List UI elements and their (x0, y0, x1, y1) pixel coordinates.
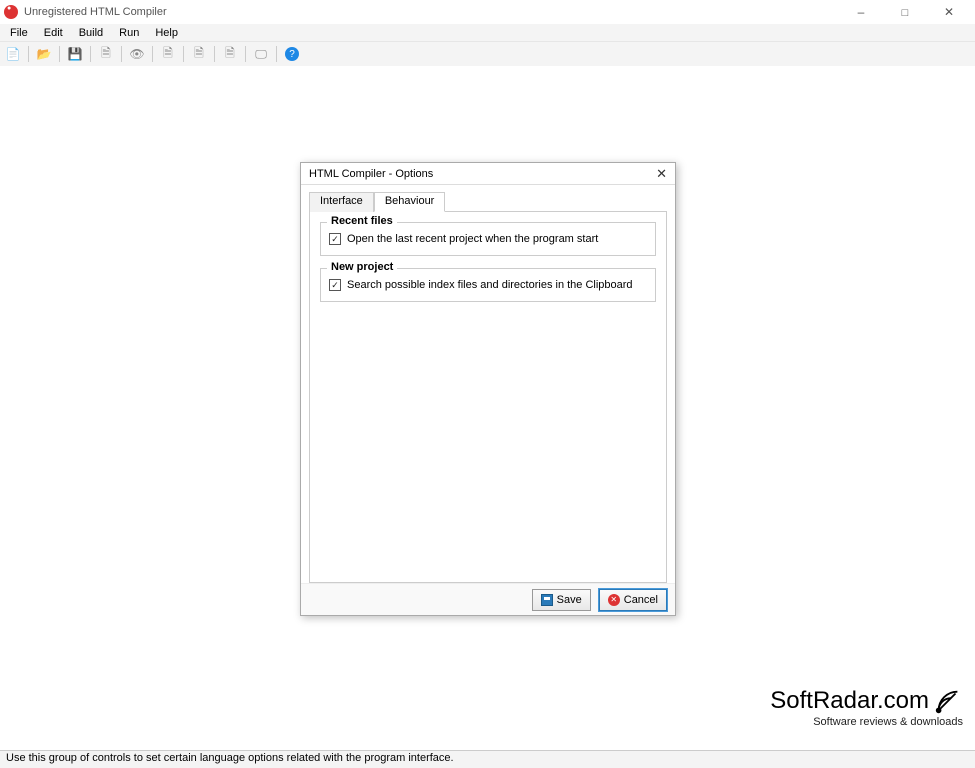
menubar: File Edit Build Run Help (0, 24, 975, 42)
tab-panel: Recent files ✓ Open the last recent proj… (309, 211, 667, 583)
preview-icon[interactable]: 👁 (128, 45, 146, 63)
group-recent-files: Recent files ✓ Open the last recent proj… (320, 222, 656, 256)
tool-icon[interactable]: 🗎 (221, 45, 239, 63)
tool-icon[interactable]: 🗎 (190, 45, 208, 63)
tab-interface[interactable]: Interface (309, 192, 374, 212)
titlebar: Unregistered HTML Compiler (0, 0, 975, 24)
toolbar: 📄 📂 💾 🗎 👁 🗎 🗎 🗎 🖵 ? (0, 42, 975, 66)
dialog-titlebar[interactable]: HTML Compiler - Options ✕ (301, 163, 675, 185)
dialog-footer: Save ✕ Cancel (301, 583, 675, 615)
minimize-button[interactable] (839, 0, 883, 24)
cancel-icon: ✕ (608, 594, 620, 606)
save-icon[interactable]: 💾 (66, 45, 84, 63)
menu-edit[interactable]: Edit (36, 25, 71, 41)
close-button[interactable] (927, 0, 971, 24)
cancel-button-label: Cancel (624, 594, 658, 606)
app-icon (4, 5, 18, 19)
maximize-button[interactable] (883, 0, 927, 24)
separator (245, 46, 246, 62)
options-dialog: HTML Compiler - Options ✕ Interface Beha… (300, 162, 676, 616)
separator (59, 46, 60, 62)
separator (276, 46, 277, 62)
separator (183, 46, 184, 62)
checkbox-open-last-project[interactable]: ✓ Open the last recent project when the … (329, 233, 647, 245)
new-icon[interactable]: 📄 (4, 45, 22, 63)
save-button-label: Save (557, 594, 582, 606)
separator (90, 46, 91, 62)
separator (28, 46, 29, 62)
menu-help[interactable]: Help (147, 25, 186, 41)
help-icon[interactable]: ? (283, 45, 301, 63)
check-icon: ✓ (329, 279, 341, 291)
watermark-brand: SoftRadar.com (770, 687, 929, 715)
tool-icon[interactable]: 🗎 (97, 45, 115, 63)
separator (214, 46, 215, 62)
tool-icon[interactable]: 🖵 (252, 45, 270, 63)
radar-icon (933, 686, 963, 716)
group-new-project: New project ✓ Search possible index file… (320, 268, 656, 302)
check-icon: ✓ (329, 233, 341, 245)
menu-file[interactable]: File (2, 25, 36, 41)
dialog-tabs: Interface Behaviour (309, 191, 667, 211)
window-title: Unregistered HTML Compiler (24, 6, 839, 18)
menu-run[interactable]: Run (111, 25, 147, 41)
checkbox-search-clipboard[interactable]: ✓ Search possible index files and direct… (329, 279, 647, 291)
save-icon (541, 594, 553, 606)
open-icon[interactable]: 📂 (35, 45, 53, 63)
group-legend: Recent files (327, 215, 397, 227)
save-button[interactable]: Save (532, 589, 591, 611)
watermark: SoftRadar.com Software reviews & downloa… (770, 686, 963, 728)
separator (152, 46, 153, 62)
tool-icon[interactable]: 🗎 (159, 45, 177, 63)
checkbox-label: Open the last recent project when the pr… (347, 233, 598, 245)
separator (121, 46, 122, 62)
dialog-body: Interface Behaviour Recent files ✓ Open … (301, 185, 675, 583)
dialog-close-icon[interactable]: ✕ (656, 166, 667, 182)
menu-build[interactable]: Build (71, 25, 111, 41)
cancel-button[interactable]: ✕ Cancel (599, 589, 667, 611)
statusbar: Use this group of controls to set certai… (0, 750, 975, 768)
dialog-title: HTML Compiler - Options (309, 168, 656, 180)
main-area: HTML Compiler - Options ✕ Interface Beha… (0, 66, 975, 750)
tab-behaviour[interactable]: Behaviour (374, 192, 446, 212)
watermark-tagline: Software reviews & downloads (770, 716, 963, 728)
group-legend: New project (327, 261, 397, 273)
checkbox-label: Search possible index files and director… (347, 279, 633, 291)
